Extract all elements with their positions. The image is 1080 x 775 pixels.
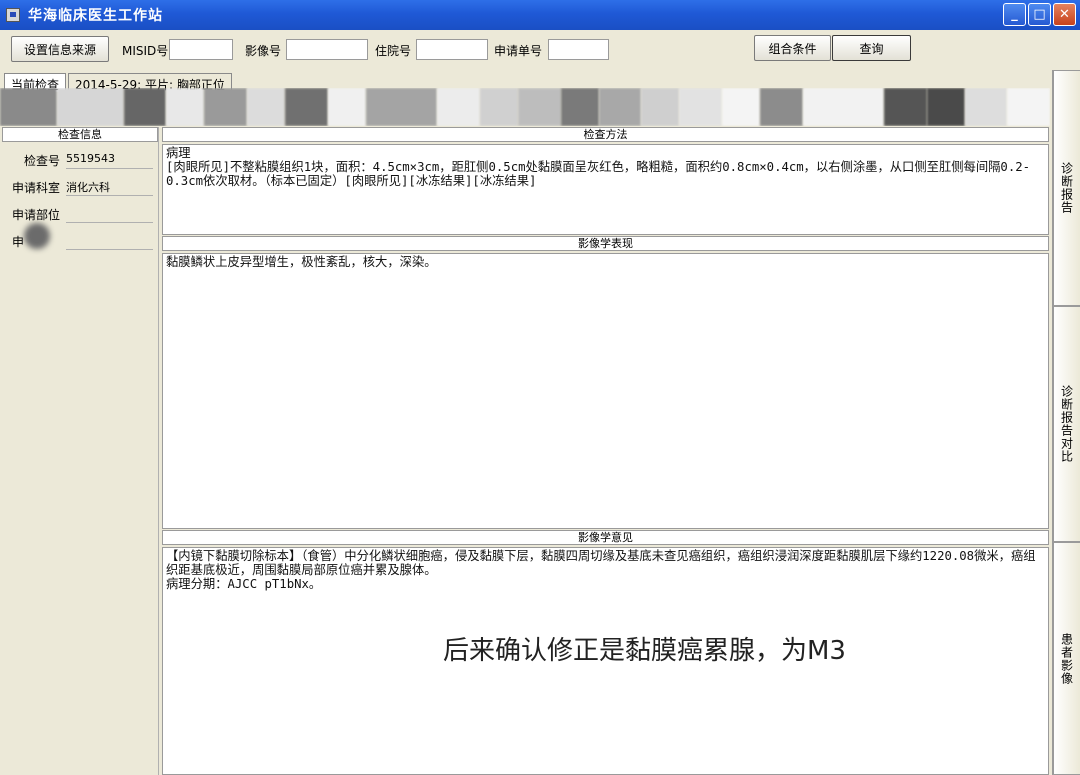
toolbar: 设置信息来源 MISID号 影像号 住院号 申请单号 组合条件 查询 bbox=[0, 30, 1080, 70]
method-text[interactable]: 病理 [肉眼所见]不整粘膜组织1块，面积：4.5cm×3cm，距肛侧0.5cm处… bbox=[162, 144, 1049, 235]
findings-header: 影像学表现 bbox=[162, 236, 1049, 251]
blurred-patient-info bbox=[0, 88, 1050, 126]
blurred-doctor-name bbox=[24, 223, 50, 249]
method-header: 检查方法 bbox=[162, 127, 1049, 142]
inpatient-no-input[interactable] bbox=[416, 39, 488, 60]
window-title: 华海临床医生工作站 bbox=[28, 8, 163, 24]
exam-info-header: 检查信息 bbox=[2, 127, 158, 142]
request-site-row: 申请部位 bbox=[2, 203, 159, 223]
misid-label: MISID号 bbox=[122, 44, 169, 58]
inpatient-no-label: 住院号 bbox=[375, 44, 412, 58]
request-dept-label: 申请科室 bbox=[12, 181, 61, 195]
tab-patient-images[interactable]: 患者影像 bbox=[1053, 542, 1080, 775]
app-icon bbox=[6, 8, 20, 22]
findings-text[interactable]: 黏膜鳞状上皮异型增生，极性紊乱，核大，深染。 bbox=[162, 253, 1049, 529]
title-bar: 华海临床医生工作站 _ □ ✕ bbox=[0, 0, 1080, 30]
image-no-label: 影像号 bbox=[245, 44, 282, 58]
request-no-input[interactable] bbox=[548, 39, 609, 60]
tab-report-compare[interactable]: 诊断报告对比 bbox=[1053, 306, 1080, 542]
exam-info-panel: 检查信息 检查号 5519543 申请科室 消化六科 申请部位 申 bbox=[2, 127, 159, 775]
exam-no-label: 检查号 bbox=[24, 154, 61, 168]
tab-patient-images-label: 患者影像 bbox=[1059, 632, 1074, 685]
image-no-input[interactable] bbox=[286, 39, 368, 60]
request-site-label: 申请部位 bbox=[12, 208, 61, 222]
tab-diagnosis-report[interactable]: 诊断报告 bbox=[1053, 70, 1080, 306]
query-button[interactable]: 查询 bbox=[832, 35, 911, 61]
request-dept-value: 消化六科 bbox=[66, 181, 110, 194]
maximize-button[interactable]: □ bbox=[1028, 3, 1051, 26]
opinion-header: 影像学意见 bbox=[162, 530, 1049, 545]
misid-input[interactable] bbox=[169, 39, 233, 60]
report-panel: 检查方法 病理 [肉眼所见]不整粘膜组织1块，面积：4.5cm×3cm，距肛侧0… bbox=[161, 127, 1050, 775]
combo-condition-button[interactable]: 组合条件 bbox=[754, 35, 831, 61]
minimize-button[interactable]: _ bbox=[1003, 3, 1026, 26]
exam-no-value: 5519543 bbox=[66, 152, 115, 165]
close-button[interactable]: ✕ bbox=[1053, 3, 1076, 26]
exam-no-row: 检查号 5519543 bbox=[2, 149, 159, 169]
request-no-label: 申请单号 bbox=[494, 44, 543, 58]
window-controls: _ □ ✕ bbox=[1003, 3, 1076, 26]
tab-report-compare-label: 诊断报告对比 bbox=[1059, 385, 1074, 463]
tab-diagnosis-report-label: 诊断报告 bbox=[1059, 162, 1074, 214]
settings-source-button[interactable]: 设置信息来源 bbox=[11, 36, 109, 62]
request-dept-row: 申请科室 消化六科 bbox=[2, 176, 159, 196]
overlay-annotation: 后来确认修正是黏膜癌累腺，为M3 bbox=[443, 636, 846, 666]
request-doctor-label: 申 bbox=[12, 235, 25, 249]
right-side-tabs: 诊断报告 诊断报告对比 患者影像 bbox=[1052, 70, 1080, 775]
